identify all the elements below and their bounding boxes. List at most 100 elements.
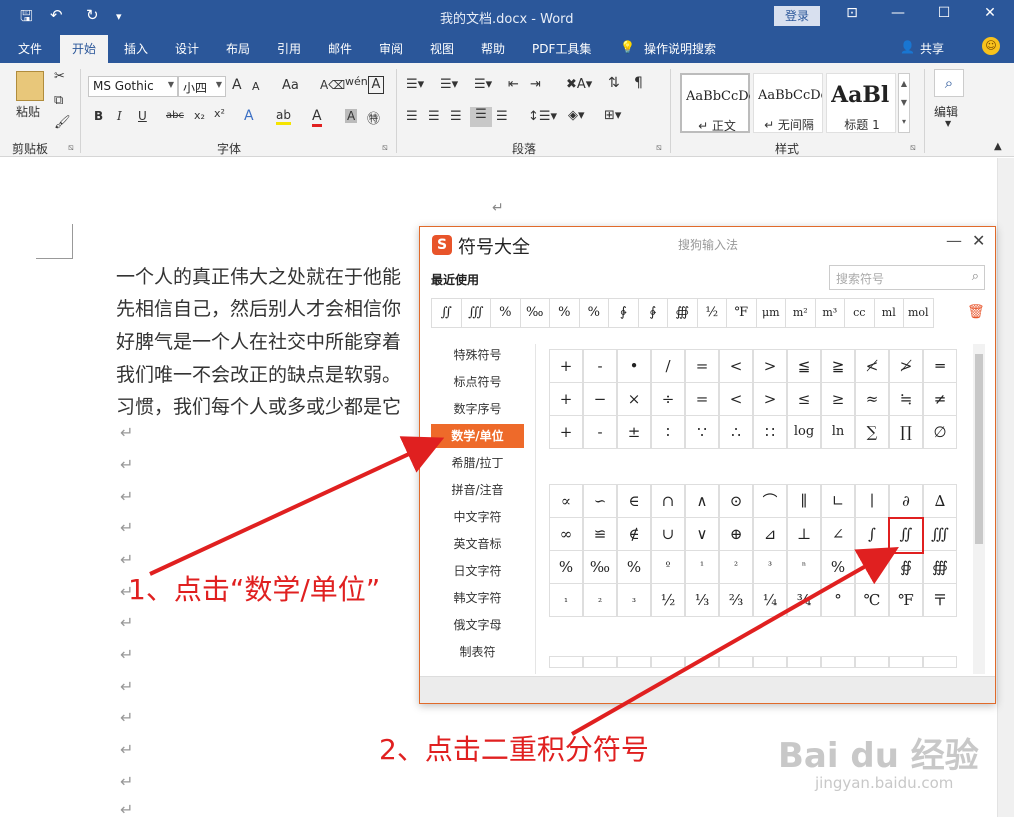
symbol-cell[interactable]: + (549, 349, 583, 383)
category-item[interactable]: 制表符 (431, 640, 524, 664)
font-size-combo[interactable]: 小四 ▼ (178, 76, 226, 97)
underline-button[interactable]: U (138, 109, 147, 123)
doc-line[interactable]: 我们唯一不会改正的缺点是软弱。 (116, 360, 401, 387)
symbol-cell[interactable]: ⅓ (685, 583, 719, 617)
strikethrough-button[interactable]: abc (166, 110, 184, 121)
symbol-cell[interactable]: ₂ (583, 583, 617, 617)
subscript-icon[interactable]: x₂ (194, 109, 205, 122)
symbol-cell[interactable]: / (651, 349, 685, 383)
symbol-cell[interactable]: ≌ (583, 517, 617, 551)
symbol-cell[interactable]: ≠ (923, 382, 957, 416)
symbol-cell[interactable]: ∶ (651, 415, 685, 449)
symbol-cell[interactable]: º (651, 550, 685, 584)
save-icon[interactable]: 🖫 (20, 6, 33, 31)
grow-font-button[interactable]: A (232, 77, 242, 93)
find-icon[interactable]: ⌕ (934, 69, 964, 97)
symbol-cell[interactable]: • (617, 349, 651, 383)
recent-symbol[interactable]: m³ (814, 298, 845, 328)
dialog-launcher-icon[interactable]: ⧅ (910, 143, 916, 153)
sort-icon[interactable]: ⇅ (608, 75, 620, 91)
symbol-cell[interactable]: ² (719, 550, 753, 584)
tab-design[interactable]: 设计 (175, 40, 199, 57)
smiley-feedback-icon[interactable]: ☺ (982, 37, 1000, 55)
symbol-cell[interactable]: < (719, 349, 753, 383)
symbol-cell[interactable]: % (821, 550, 855, 584)
recent-symbol[interactable]: ℉ (726, 298, 757, 328)
clear-format-icon[interactable]: A⌫ (320, 78, 345, 92)
search-icon[interactable]: ⌕ (972, 269, 979, 284)
recent-symbol[interactable]: % (549, 298, 580, 328)
close-icon[interactable]: ✕ (972, 231, 985, 250)
symbol-cell[interactable]: ³ (753, 550, 787, 584)
symbol-cell[interactable]: × (617, 382, 651, 416)
category-item[interactable]: 数字序号 (431, 397, 524, 421)
symbol-cell[interactable]: % (549, 550, 583, 584)
category-item[interactable]: 英文音标 (431, 532, 524, 556)
bullets-icon[interactable]: ☰▾ (406, 77, 424, 92)
scroll-thumb[interactable] (975, 354, 983, 544)
symbol-cell[interactable]: ∮ (855, 550, 889, 584)
ribbon-display-icon[interactable]: ⊡ (840, 5, 864, 21)
line-spacing-icon[interactable]: ↕☰▾ (528, 109, 557, 124)
recent-symbol[interactable]: ∳ (637, 298, 668, 328)
symbol-cell[interactable]: ∽ (583, 484, 617, 518)
symbol-cell[interactable]: ∩ (651, 484, 685, 518)
symbol-cell[interactable]: ≈ (855, 382, 889, 416)
paste-icon[interactable] (16, 71, 44, 101)
doc-line[interactable]: 一个人的真正伟大之处就在于他能 (116, 262, 401, 289)
enclose-char-icon[interactable]: ㊕ (367, 108, 380, 127)
symbol-cell[interactable]: ∪ (651, 517, 685, 551)
symbol-cell[interactable]: ⁿ (787, 550, 821, 584)
symbol-cell[interactable]: = (685, 382, 719, 416)
symbol-cell[interactable]: ¹ (685, 550, 719, 584)
collapse-ribbon-icon[interactable]: ▲ (994, 141, 1002, 152)
tab-layout[interactable]: 布局 (226, 40, 250, 57)
symbol-cell[interactable]: ∣ (855, 484, 889, 518)
redo-icon[interactable]: ↻ (86, 6, 99, 24)
symbol-cell[interactable]: ∰ (923, 550, 957, 584)
shrink-font-button[interactable]: A (252, 80, 260, 93)
numbering-icon[interactable]: ☰▾ (440, 77, 458, 92)
trash-icon[interactable]: 🗑 (967, 304, 985, 320)
maximize-icon[interactable]: ☐ (932, 5, 956, 21)
symbol-cell[interactable]: > (753, 349, 787, 383)
symbol-cell[interactable]: ∆ (923, 484, 957, 518)
multilevel-list-icon[interactable]: ☰▾ (474, 77, 492, 92)
symbol-cell[interactable]: ∨ (685, 517, 719, 551)
login-button[interactable]: 登录 (774, 6, 820, 26)
symbol-cell[interactable]: ⊿ (753, 517, 787, 551)
symbol-cell[interactable]: ≯ (889, 349, 923, 383)
category-item[interactable]: 俄文字母 (431, 613, 524, 637)
symbol-cell[interactable]: 〒 (923, 583, 957, 617)
italic-button[interactable]: I (117, 109, 122, 123)
category-item[interactable]: 中文字符 (431, 505, 524, 529)
recent-symbol[interactable]: ∲ (608, 298, 639, 328)
copy-icon[interactable]: ⧉ (54, 93, 63, 108)
symbol-cell[interactable]: ∞ (549, 517, 583, 551)
symbol-cell[interactable]: ln (821, 415, 855, 449)
recent-symbol[interactable]: ½ (696, 298, 727, 328)
recent-symbol[interactable]: % (490, 298, 521, 328)
symbol-cell[interactable]: ∯ (889, 550, 923, 584)
category-item[interactable]: 希腊/拉丁 (431, 451, 524, 475)
vertical-scrollbar[interactable] (997, 158, 1014, 817)
char-shading-icon[interactable]: A (345, 109, 358, 123)
paste-button[interactable]: 粘贴 (16, 103, 40, 120)
recent-symbol[interactable]: ∰ (667, 298, 698, 328)
doc-line[interactable]: 好脾气是一个人在社交中所能穿着 (116, 327, 401, 354)
symbol-cell[interactable]: ± (617, 415, 651, 449)
symbol-cell[interactable]: ≤ (787, 382, 821, 416)
font-color-icon[interactable]: A (312, 108, 322, 127)
change-case-button[interactable]: Aa (282, 78, 299, 93)
symbol-cell[interactable]: > (753, 382, 787, 416)
decrease-indent-icon[interactable]: ⇤ (508, 77, 519, 92)
symbol-cell[interactable]: ∅ (923, 415, 957, 449)
style-normal[interactable]: AaBbCcDd ↵ 正文 (680, 73, 750, 133)
dialog-launcher-icon[interactable]: ⧅ (382, 143, 388, 153)
text-effects-icon[interactable]: A (244, 108, 254, 124)
tab-file[interactable]: 文件 (18, 40, 42, 57)
symbol-cell[interactable]: ⊙ (719, 484, 753, 518)
symbol-cell[interactable]: − (583, 382, 617, 416)
symbol-cell[interactable]: ═ (923, 349, 957, 383)
tab-review[interactable]: 审阅 (379, 40, 403, 57)
